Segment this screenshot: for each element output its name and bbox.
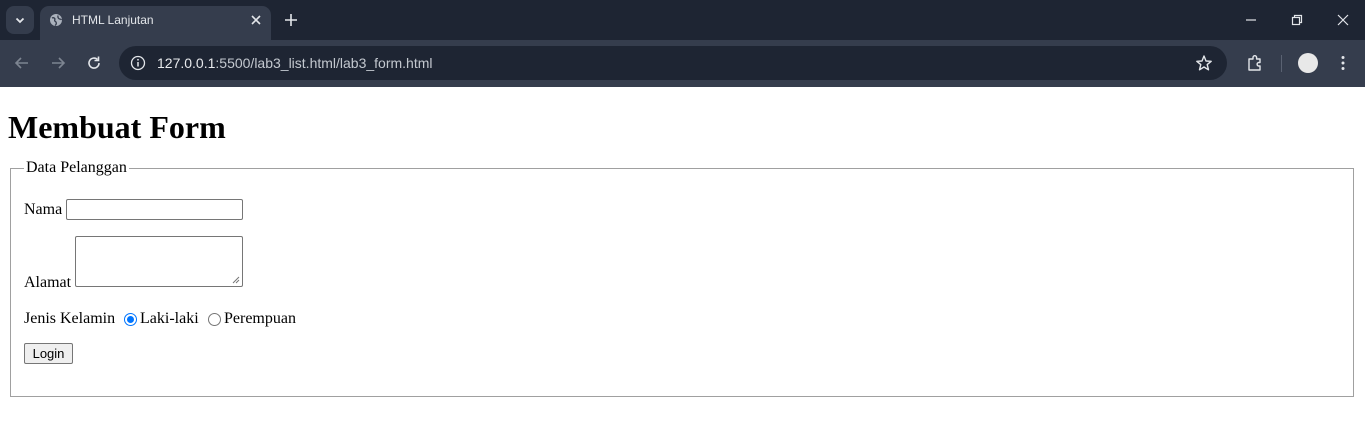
toolbar-divider — [1281, 55, 1282, 72]
restore-icon[interactable] — [1289, 12, 1305, 28]
profile-avatar[interactable] — [1298, 53, 1318, 73]
gender-label: Jenis Kelamin — [24, 310, 116, 327]
browser-toolbar: 127.0.0.1:5500/lab3_list.html/lab3_form.… — [0, 40, 1365, 87]
alamat-label: Alamat — [24, 274, 72, 291]
extensions-icon[interactable] — [1245, 53, 1265, 73]
site-info-icon[interactable] — [130, 55, 146, 71]
nama-input[interactable] — [66, 199, 243, 220]
alamat-textarea[interactable] — [75, 236, 243, 287]
more-menu-icon[interactable] — [1334, 54, 1352, 72]
radio-laki-laki-label: Laki-laki — [140, 310, 199, 327]
radio-perempuan[interactable] — [208, 313, 221, 326]
url-host: 127.0.0.1 — [157, 55, 216, 71]
fieldset-legend: Data Pelanggan — [24, 159, 129, 177]
reload-icon[interactable] — [85, 54, 103, 72]
nama-label: Nama — [24, 201, 63, 218]
back-icon[interactable] — [13, 54, 31, 72]
close-window-icon[interactable] — [1335, 12, 1351, 28]
chevron-down-icon — [15, 17, 25, 24]
close-tab-icon[interactable] — [248, 12, 264, 28]
minimize-icon[interactable] — [1243, 12, 1259, 28]
tab-search-button[interactable] — [6, 6, 34, 34]
address-bar[interactable]: 127.0.0.1:5500/lab3_list.html/lab3_form.… — [119, 46, 1227, 80]
url-text: 127.0.0.1:5500/lab3_list.html/lab3_form.… — [157, 55, 433, 71]
page-heading: Membuat Form — [8, 109, 226, 145]
resize-grip-icon[interactable] — [232, 276, 240, 284]
login-button[interactable]: Login — [24, 343, 73, 364]
page-content: Membuat Form Data Pelanggan Nama Alamat … — [0, 87, 1365, 440]
new-tab-icon[interactable] — [282, 11, 300, 29]
customer-fieldset: Data Pelanggan Nama Alamat Jenis Kelamin… — [10, 159, 1354, 397]
active-tab[interactable]: HTML Lanjutan — [40, 6, 271, 40]
forward-icon[interactable] — [49, 54, 67, 72]
tab-strip: HTML Lanjutan — [0, 0, 1365, 40]
bookmark-star-icon[interactable] — [1195, 54, 1213, 72]
globe-icon — [50, 14, 63, 27]
radio-laki-laki[interactable] — [124, 313, 137, 326]
url-path: :5500/lab3_list.html/lab3_form.html — [215, 55, 433, 71]
tab-title: HTML Lanjutan — [72, 13, 154, 27]
radio-perempuan-label: Perempuan — [224, 310, 296, 327]
